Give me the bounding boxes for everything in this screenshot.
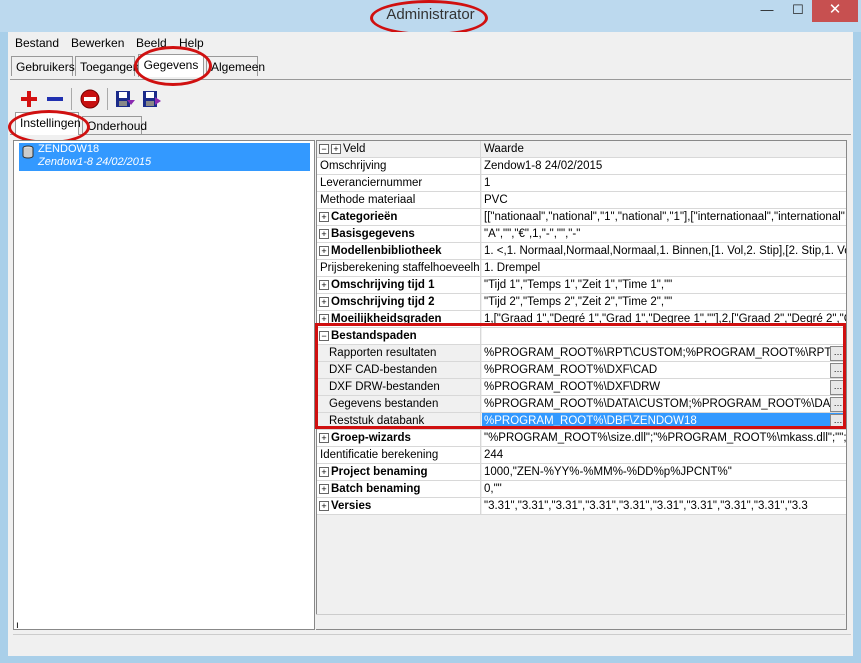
grid-field-name: Batch benaming [317,481,481,497]
grid-row[interactable]: Project benaming +1000,"ZEN-%YY%-%MM%-%DD… [317,464,846,481]
minus-icon[interactable] [44,88,66,110]
stop-icon[interactable] [79,88,101,110]
grid-field-name: Versies [317,498,481,514]
grid-field-name: Leveranciernummer [317,175,481,191]
status-bar [13,634,851,653]
grid-field-value[interactable]: "%PROGRAM_ROOT%\size.dll";"%PROGRAM_ROOT… [482,430,846,446]
grid-field-name: Groep-wizards [317,430,481,446]
grid-field-value[interactable]: 1. <,1. Normaal,Normaal,Normaal,1. Binne… [482,243,846,259]
tab-onderhoud[interactable]: Onderhoud [82,116,147,134]
grid-field-value[interactable]: "A","","€",1,"-","","-" [482,226,846,242]
tab-highlight [134,46,212,86]
grid-field-name: Prijsberekening staffelhoeveelheid [317,260,481,276]
grid-field-value[interactable]: 244 [482,447,846,463]
tab-gebruikers[interactable]: Gebruikers [11,56,75,76]
header-veld[interactable]: Veld [317,141,481,157]
grid-field-name: Basisgegevens [317,226,481,242]
grid-row[interactable]: Omschrijving tijd 2 + "Tijd 2","Temps 2","… [317,294,846,311]
expand-icon[interactable]: + [319,297,329,307]
grid-field-name: Omschrijving [317,158,481,174]
grid-row[interactable]: Groep-wizards + "%PROGRAM_ROOT%\size.dll";… [317,430,846,447]
grid-field-name: Categorieën [317,209,481,225]
grid-row[interactable]: Batch benaming +0,"" [317,481,846,498]
grid-field-value[interactable]: "3.31","3.31","3.31","3.31","3.31","3.31… [482,498,846,514]
grid-field-value[interactable]: Zendow1-8 24/02/2015 [482,158,846,174]
grid-field-value[interactable]: "Tijd 2","Temps 2","Zeit 2","Time 2","" [482,294,846,310]
tree-scroll-marker: ı [16,620,19,631]
save-export-icon[interactable] [141,88,163,110]
grid-row[interactable]: Versies + "3.31","3.31","3.31","3.31","3.3… [317,498,846,515]
grid-row[interactable]: Basisgegevens + "A","","€",1,"-","","-" [317,226,846,243]
minimize-button[interactable]: — [752,0,782,22]
tab-strip-line [10,79,851,80]
expand-all-icon[interactable]: + [331,144,341,154]
grid-field-name: Identificatie berekening [317,447,481,463]
grid-field-value[interactable]: 1000,"ZEN-%YY%-%MM%-%DD%p%JPCNT%" [482,464,846,480]
menu-bewerken[interactable]: Bewerken [71,34,124,52]
grid-field-name: Omschrijving tijd 1 [317,277,481,293]
tree-item-name: ZENDOW18 [38,143,100,155]
grid-row[interactable]: Identificatie berekening 244 [317,447,846,464]
collapse-all-icon[interactable]: − [319,144,329,154]
grid-row[interactable]: Categorieën + [["nationaal","national","1"… [317,209,846,226]
client-area: Bestand Bewerken Beeld Help Gebruikers T… [8,32,853,656]
expand-icon[interactable]: + [319,467,329,477]
grid-description [316,614,845,629]
grid-row[interactable]: Methode materiaal PVC [317,192,846,209]
grid-field-value[interactable]: 0,"" [482,481,846,497]
expand-icon[interactable]: + [319,501,329,511]
grid-row[interactable]: Leveranciernummer 1 [317,175,846,192]
expand-icon[interactable]: + [319,433,329,443]
save-import-icon[interactable] [114,88,136,110]
tree-item-subtitle: Zendow1-8 24/02/2015 [38,156,152,168]
grid-row[interactable]: Modellenbibliotheek +1. <,1. Normaal,Norm… [317,243,846,260]
grid-field-name: Modellenbibliotheek [317,243,481,259]
tab-algemeen[interactable]: Algemeen [206,56,265,76]
grid-field-value[interactable]: PVC [482,192,846,208]
subtab-highlight [8,110,90,144]
grid-field-value[interactable]: 1 [482,175,846,191]
tree-panel[interactable] [13,140,315,630]
toolbar-separator [107,88,108,110]
maximize-button[interactable]: ☐ [784,0,812,22]
header-waarde[interactable]: Waarde [482,141,846,157]
expand-icon[interactable]: + [319,280,329,290]
plus-icon[interactable] [18,88,40,110]
grid-field-value[interactable]: 1. Drempel [482,260,846,276]
grid-field-value[interactable]: [["nationaal","national","1","national",… [482,209,846,225]
expand-icon[interactable]: + [319,484,329,494]
grid-field-name: Project benaming [317,464,481,480]
expand-icon[interactable]: + [319,212,329,222]
grid-field-value[interactable]: "Tijd 1","Temps 1","Zeit 1","Time 1","" [482,277,846,293]
menu-bestand[interactable]: Bestand [15,34,59,52]
title-bar[interactable]: Administrator — ☐ ✕ [0,0,861,36]
grid-row[interactable]: Omschrijving tijd 1 + "Tijd 1","Temps 1","… [317,277,846,294]
bestandspaden-highlight [315,323,846,429]
expand-icon[interactable]: + [319,246,329,256]
grid-row[interactable]: Omschrijving Zendow1-8 24/02/2015 [317,158,846,175]
grid-field-name: Omschrijving tijd 2 [317,294,481,310]
expand-icon[interactable]: + [319,229,329,239]
title-highlight [370,0,488,36]
grid-row[interactable]: Prijsberekening staffelhoeveelheid 1. Dre… [317,260,846,277]
toolbar-separator [71,88,72,110]
window: Administrator — ☐ ✕ Bestand Bewerken Bee… [0,0,861,663]
database-icon [22,145,34,159]
close-button[interactable]: ✕ [812,0,858,22]
grid-field-name: Methode materiaal [317,192,481,208]
tab-toegangen[interactable]: Toegangen [75,56,139,76]
grid-header: Veld − + Waarde [317,141,846,158]
